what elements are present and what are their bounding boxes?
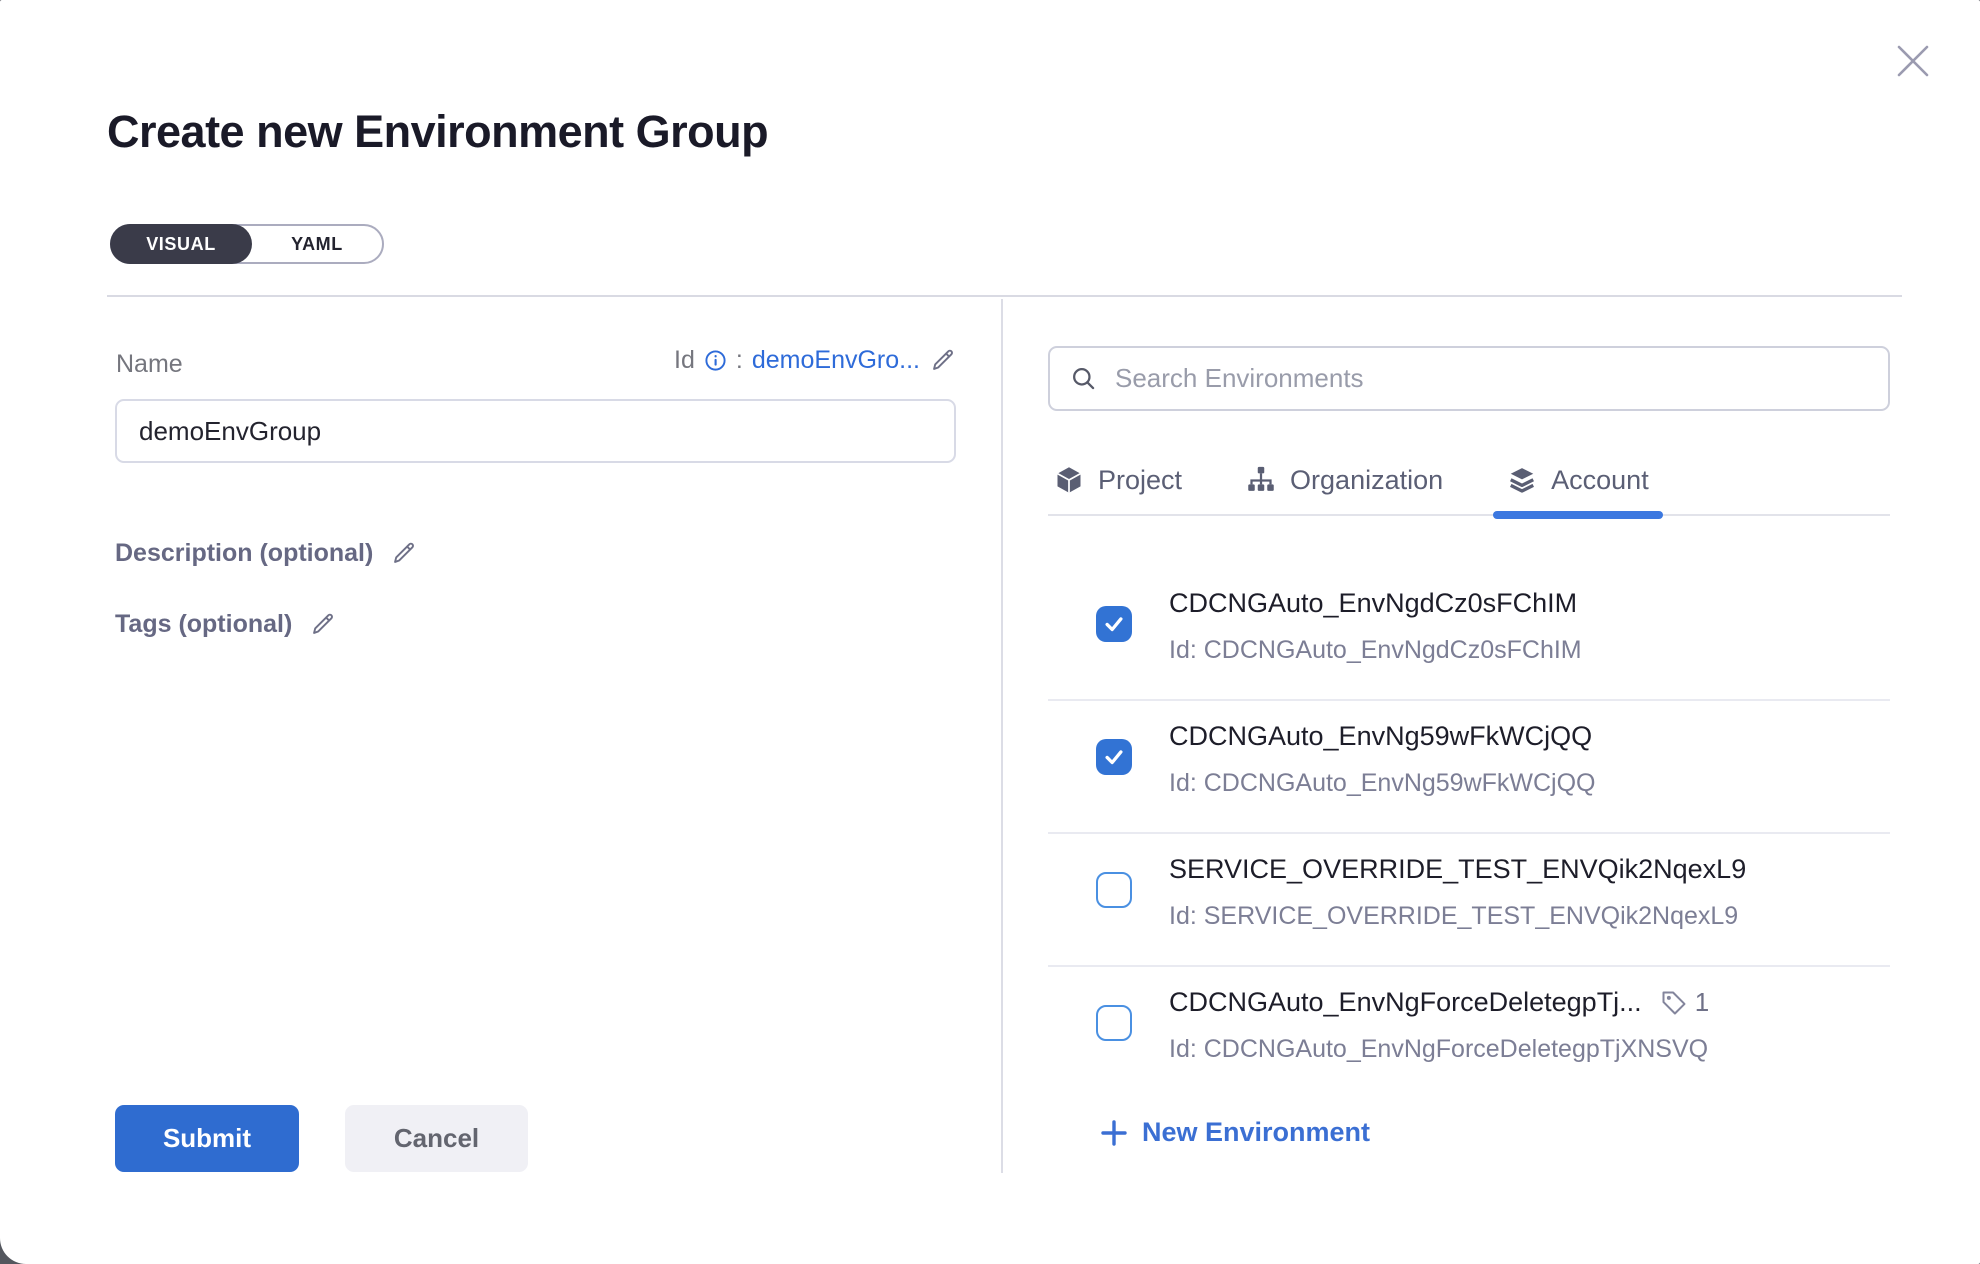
edit-tags-pencil-icon[interactable] xyxy=(309,611,336,638)
env-checkbox[interactable] xyxy=(1096,872,1132,908)
id-row: Id : demoEnvGro... xyxy=(115,346,956,375)
env-text: CDCNGAuto_EnvNgdCz0sFChIM Id: CDCNGAuto_… xyxy=(1169,588,1582,699)
info-icon[interactable] xyxy=(704,349,727,372)
env-checkbox[interactable] xyxy=(1096,739,1132,775)
search-box xyxy=(1048,346,1890,411)
org-chart-icon xyxy=(1246,465,1276,495)
search-icon xyxy=(1070,365,1097,392)
env-checkbox[interactable] xyxy=(1096,1005,1132,1041)
plus-icon xyxy=(1100,1119,1128,1147)
edit-description-pencil-icon[interactable] xyxy=(390,540,417,567)
environment-row[interactable]: CDCNGAuto_EnvNgForceDeletegpTj... 1 Id: … xyxy=(1048,967,1890,1064)
description-label: Description (optional) xyxy=(115,539,373,568)
env-text: CDCNGAuto_EnvNg59wFkWCjQQ Id: CDCNGAuto_… xyxy=(1169,721,1596,832)
tab-organization[interactable]: Organization xyxy=(1240,446,1449,514)
visual-yaml-toggle: VISUAL YAML xyxy=(110,224,384,264)
submit-button[interactable]: Submit xyxy=(115,1105,299,1172)
id-value-link[interactable]: demoEnvGro... xyxy=(752,346,920,375)
tab-account[interactable]: Account xyxy=(1501,446,1655,514)
id-label: Id xyxy=(674,346,695,375)
environment-list: CDCNGAuto_EnvNgdCz0sFChIM Id: CDCNGAuto_… xyxy=(1048,518,1890,1064)
new-environment-button[interactable]: New Environment xyxy=(1100,1117,1370,1148)
env-tags-count: 1 xyxy=(1695,987,1709,1018)
env-text: SERVICE_OVERRIDE_TEST_ENVQik2NqexL9 Id: … xyxy=(1169,854,1746,965)
env-name: CDCNGAuto_EnvNgForceDeletegpTj... xyxy=(1169,987,1642,1018)
environment-row[interactable]: CDCNGAuto_EnvNg59wFkWCjQQ Id: CDCNGAuto_… xyxy=(1048,701,1890,834)
tab-organization-label: Organization xyxy=(1290,465,1443,496)
env-id: Id: CDCNGAuto_EnvNgForceDeletegpTjXNSVQ xyxy=(1169,1035,1709,1064)
environment-row[interactable]: SERVICE_OVERRIDE_TEST_ENVQik2NqexL9 Id: … xyxy=(1048,834,1890,967)
tab-project[interactable]: Project xyxy=(1048,446,1188,514)
edit-id-pencil-icon[interactable] xyxy=(929,347,956,374)
page-title: Create new Environment Group xyxy=(107,106,768,158)
env-text: CDCNGAuto_EnvNgForceDeletegpTj... 1 Id: … xyxy=(1169,987,1709,1064)
env-checkbox[interactable] xyxy=(1096,606,1132,642)
header-divider xyxy=(107,295,1902,297)
env-id: Id: CDCNGAuto_EnvNg59wFkWCjQQ xyxy=(1169,769,1596,798)
scope-tabs: Project Organization Account xyxy=(1048,446,1890,516)
toggle-yaml[interactable]: YAML xyxy=(252,226,382,262)
env-id: Id: SERVICE_OVERRIDE_TEST_ENVQik2NqexL9 xyxy=(1169,902,1746,931)
cube-icon xyxy=(1054,465,1084,495)
env-name: SERVICE_OVERRIDE_TEST_ENVQik2NqexL9 xyxy=(1169,854,1746,885)
tab-project-label: Project xyxy=(1098,465,1182,496)
tab-account-label: Account xyxy=(1551,465,1649,496)
tags-label: Tags (optional) xyxy=(115,610,292,639)
env-id: Id: CDCNGAuto_EnvNgdCz0sFChIM xyxy=(1169,636,1582,665)
new-environment-label: New Environment xyxy=(1142,1117,1370,1148)
environment-row[interactable]: CDCNGAuto_EnvNgdCz0sFChIM Id: CDCNGAuto_… xyxy=(1048,568,1890,701)
id-separator: : xyxy=(736,346,743,375)
cancel-button[interactable]: Cancel xyxy=(345,1105,528,1172)
layers-icon xyxy=(1507,465,1537,495)
env-name: CDCNGAuto_EnvNg59wFkWCjQQ xyxy=(1169,721,1592,752)
description-row: Description (optional) xyxy=(115,539,417,568)
env-tags-badge: 1 xyxy=(1660,987,1709,1018)
toggle-visual[interactable]: VISUAL xyxy=(110,224,252,264)
create-environment-group-dialog: Create new Environment Group VISUAL YAML… xyxy=(0,0,1980,1264)
panel-divider xyxy=(1001,299,1003,1173)
name-input[interactable] xyxy=(115,399,956,463)
close-icon[interactable] xyxy=(1896,44,1930,78)
env-name: CDCNGAuto_EnvNgdCz0sFChIM xyxy=(1169,588,1577,619)
tags-row: Tags (optional) xyxy=(115,610,336,639)
search-input[interactable] xyxy=(1113,362,1868,395)
